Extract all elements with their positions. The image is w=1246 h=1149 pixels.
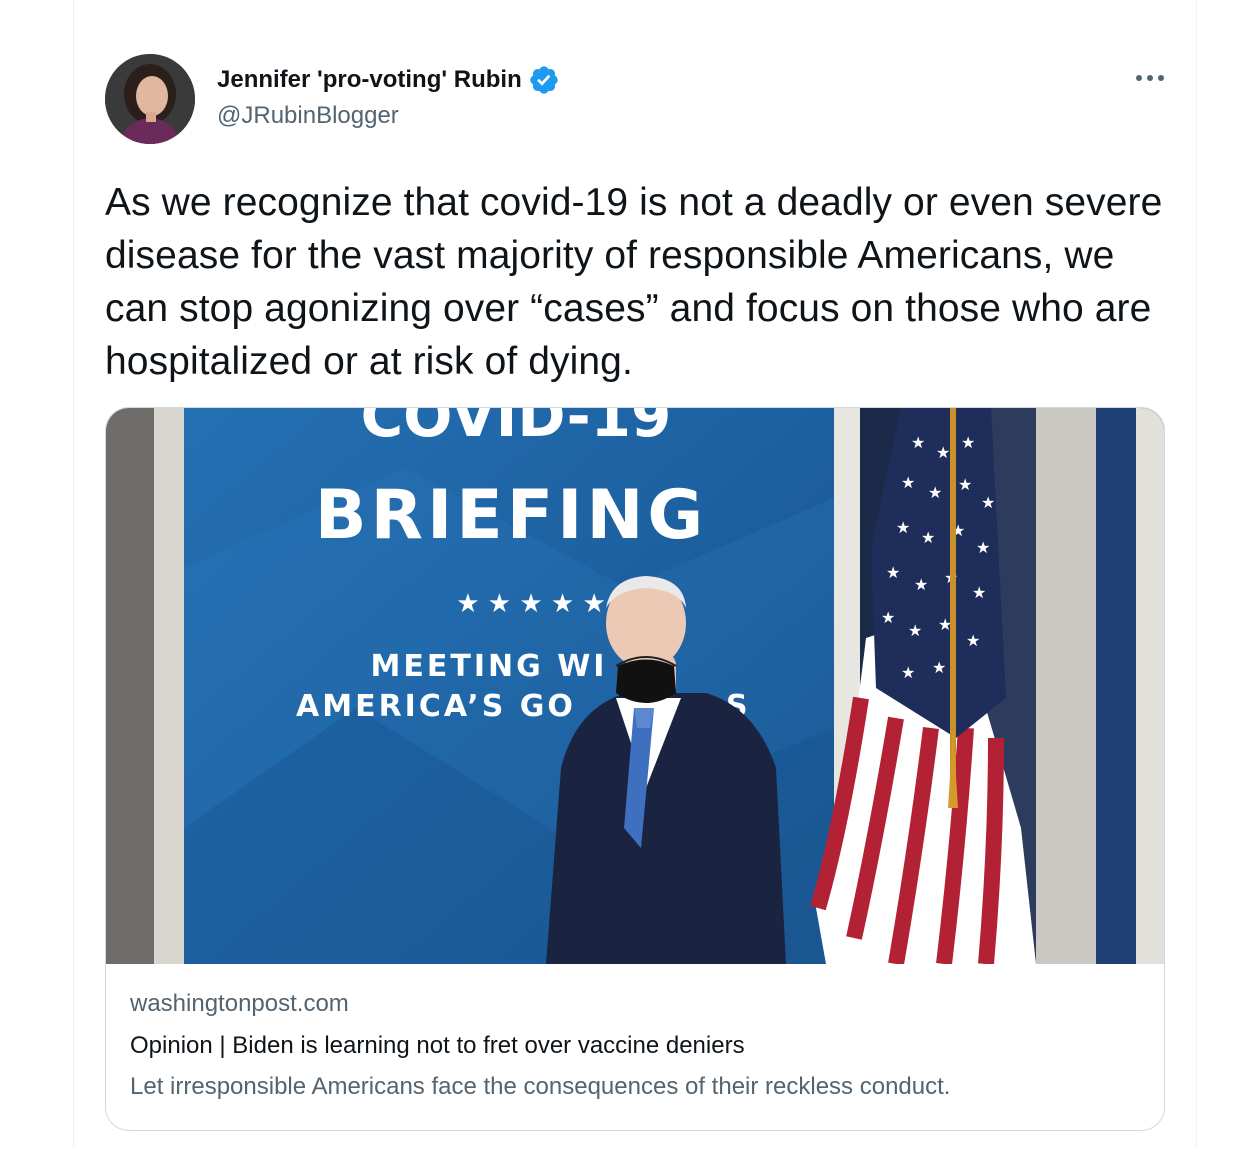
author-name-row[interactable]: Jennifer 'pro-voting' Rubin [217,64,560,96]
card-domain: washingtonpost.com [130,990,349,1017]
svg-text:★: ★ [911,433,925,452]
svg-text:★: ★ [886,563,900,582]
banner-stars: ★ ★ ★ ★ ★ [456,589,606,619]
svg-text:★: ★ [928,483,942,502]
tweet-text: As we recognize that covid-19 is not a d… [105,181,1163,383]
author-display-name[interactable]: Jennifer 'pro-voting' Rubin [217,66,522,94]
banner-line3: MEETING WI [371,649,608,684]
svg-text:★: ★ [932,658,946,677]
svg-text:★: ★ [966,631,980,650]
svg-text:★: ★ [908,621,922,640]
svg-text:★: ★ [972,583,986,602]
banner-line2: BRIEFING [315,476,707,555]
svg-text:★: ★ [896,518,910,537]
svg-text:★: ★ [981,493,995,512]
profile-photo [105,54,195,144]
card-title: Opinion | Biden is learning not to fret … [130,1032,745,1059]
card-meta: washingtonpost.com Opinion | Biden is le… [130,986,1140,1105]
svg-text:★: ★ [901,663,915,682]
svg-text:★: ★ [936,443,950,462]
banner-line4: AMERICA’S GO [296,689,576,724]
svg-text:★: ★ [901,473,915,492]
svg-text:★: ★ [961,433,975,452]
svg-text:★: ★ [914,575,928,594]
svg-text:★: ★ [958,475,972,494]
verified-badge-icon [530,66,558,94]
svg-text:★: ★ [881,608,895,627]
card-description: Let irresponsible Americans face the con… [130,1073,951,1100]
svg-text:★: ★ [921,528,935,547]
card-image: COVID-19 BRIEFING ★ ★ ★ ★ ★ MEETING WI A… [106,408,1164,964]
more-options-button[interactable] [1128,62,1172,94]
banner-line1: COVID-19 [361,408,672,450]
author-handle[interactable]: @JRubinBlogger [217,102,399,130]
more-horizontal-icon [1136,75,1164,81]
svg-text:★: ★ [976,538,990,557]
author-avatar[interactable] [105,54,195,144]
link-card[interactable]: COVID-19 BRIEFING ★ ★ ★ ★ ★ MEETING WI A… [105,407,1165,1131]
